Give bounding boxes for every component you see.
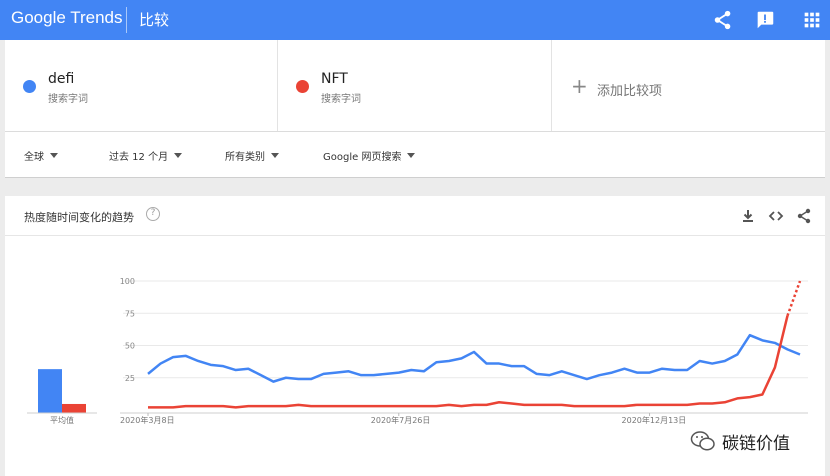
region-filter-label: 全球 <box>24 152 44 163</box>
filter-bar: 全球 过去 12 个月 所有类别 Google 网页搜索 <box>5 132 825 178</box>
chevron-down-icon <box>271 153 279 158</box>
y-tick-label: 75 <box>125 309 135 318</box>
series-line-defi <box>147 333 801 383</box>
y-tick-label: 25 <box>125 374 135 383</box>
time-range-filter-label: 过去 12 个月 <box>109 152 169 163</box>
y-tick-label: 100 <box>120 277 135 286</box>
term-card-defi[interactable]: defi 搜索字词 <box>5 40 278 131</box>
wechat-icon <box>690 431 715 451</box>
header-divider <box>126 7 127 33</box>
add-icon[interactable]: + <box>571 76 588 96</box>
series-partial-line-nft <box>786 280 802 317</box>
average-bar-nft <box>62 403 86 413</box>
term-name[interactable]: NFT <box>321 71 348 87</box>
chevron-down-icon <box>174 153 183 158</box>
x-tick-label: 2020年12月13日 <box>622 415 687 425</box>
term-card-nft[interactable]: NFT 搜索字词 <box>278 40 552 131</box>
region-filter[interactable]: 全球 <box>24 148 58 163</box>
chevron-down-icon <box>407 153 416 158</box>
apps-grid-icon[interactable] <box>801 9 823 31</box>
average-bar-defi <box>38 369 62 413</box>
series-line-nft <box>148 315 789 409</box>
term-color-dot <box>23 80 36 93</box>
category-filter-label: 所有类别 <box>225 152 265 163</box>
term-name[interactable]: defi <box>48 71 74 87</box>
feedback-icon[interactable] <box>754 9 776 31</box>
watermark: 碳链价值 <box>690 427 826 455</box>
term-type-label: 搜索字词 <box>321 94 361 105</box>
comparison-terms-bar: defi 搜索字词 NFT 搜索字词 + 添加比较项 <box>5 40 825 132</box>
page-title: 比较 <box>139 11 170 29</box>
search-type-filter[interactable]: Google 网页搜索 <box>323 148 416 163</box>
average-label: 平均值 <box>50 415 74 425</box>
term-type-label: 搜索字词 <box>48 94 88 105</box>
share-icon[interactable] <box>712 9 734 31</box>
watermark-text: 碳链价值 <box>722 434 790 454</box>
time-range-filter[interactable]: 过去 12 个月 <box>109 148 183 163</box>
category-filter[interactable]: 所有类别 <box>225 148 279 163</box>
google-trends-logo[interactable]: Google Trends <box>11 8 123 28</box>
term-color-dot <box>296 80 309 93</box>
x-tick-label: 2020年3月8日 <box>120 415 175 425</box>
search-type-filter-label: Google 网页搜索 <box>323 152 402 163</box>
top-app-bar: Google Trends 比较 <box>0 0 830 40</box>
y-tick-label: 50 <box>125 342 135 351</box>
x-tick-label: 2020年7月26日 <box>371 415 431 425</box>
add-comparison-button[interactable]: 添加比较项 <box>597 80 662 99</box>
chevron-down-icon <box>50 153 58 158</box>
